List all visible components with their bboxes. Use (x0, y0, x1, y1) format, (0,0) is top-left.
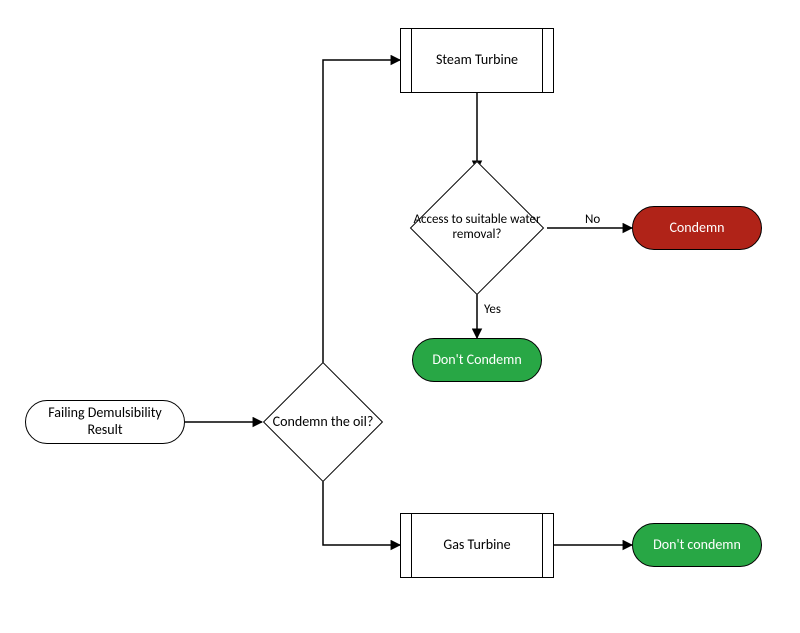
terminator-dont-condemn-2: Don't condemn (632, 523, 762, 567)
decision-water-label: Access to suitable water removal? (407, 158, 547, 298)
terminator-dont-condemn-2-label: Don't condemn (653, 537, 741, 554)
terminator-condemn: Condemn (632, 206, 762, 250)
process-steam-turbine: Steam Turbine (400, 28, 554, 93)
start-label: Failing Demulsibility Result (36, 405, 174, 439)
terminator-dont-condemn-1-label: Don't Condemn (432, 352, 521, 369)
start-node: Failing Demulsibility Result (25, 400, 185, 444)
process-steam-label: Steam Turbine (436, 52, 518, 69)
decision-water-removal: Access to suitable water removal? (407, 158, 547, 298)
edge-label-no: No (585, 212, 600, 227)
process-gas-turbine: Gas Turbine (400, 513, 554, 578)
process-gas-label: Gas Turbine (443, 537, 510, 554)
terminator-condemn-label: Condemn (669, 220, 724, 237)
decision-condemn-label: Condemn the oil? (262, 362, 384, 482)
edge-label-yes: Yes (484, 302, 501, 317)
terminator-dont-condemn-1: Don't Condemn (412, 338, 542, 382)
flowchart-canvas: Failing Demulsibility Result Condemn the… (0, 0, 800, 633)
decision-condemn-oil: Condemn the oil? (262, 362, 384, 482)
